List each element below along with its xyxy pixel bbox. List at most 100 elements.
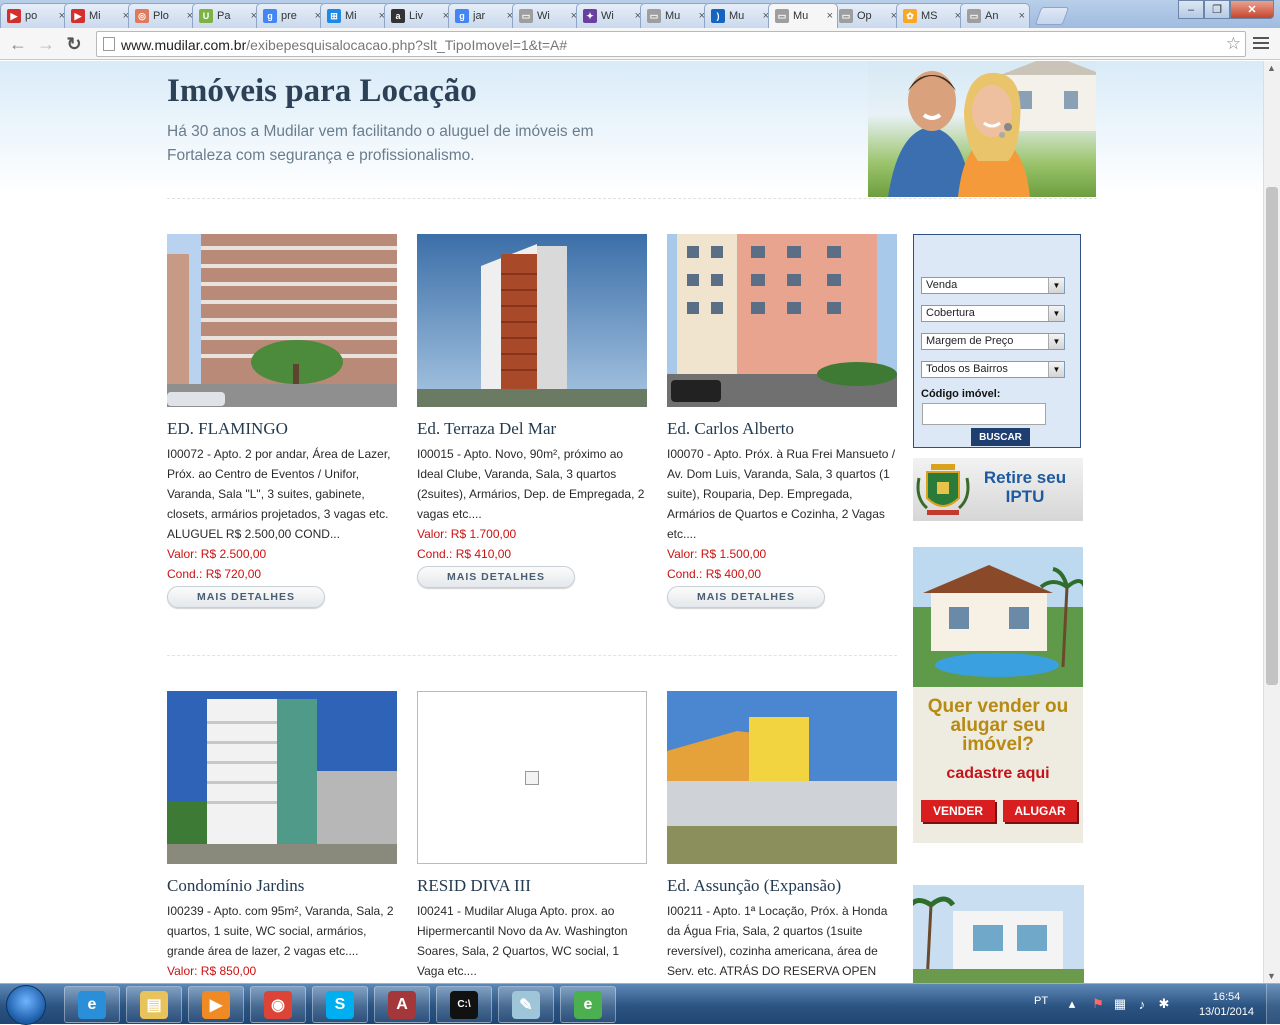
browser-tab[interactable]: ▭ An × [960,3,1030,28]
listing-title[interactable]: RESID DIVA III [417,876,649,899]
listing-card: RESID DIVA III I00241 - Mudilar Aluga Ap… [417,691,649,981]
notepad-taskbar-button[interactable]: ✎ [498,986,554,1023]
skype-taskbar-button[interactable]: S [312,986,368,1023]
browser-tab[interactable]: ⊞ Mi × [320,3,390,28]
listing-condo-fee: Cond.: R$ 410,00 [417,547,512,561]
browser-tab[interactable]: ▶ Mi × [64,3,134,28]
browser-tab[interactable]: g pre × [256,3,326,28]
restore-button[interactable]: ❐ [1204,0,1230,19]
search-button[interactable]: BUSCAR [971,428,1030,446]
property-type-select[interactable]: Cobertura ▼ [921,305,1065,322]
sell-button[interactable]: VENDER [921,800,995,822]
command-prompt-taskbar-button[interactable]: C:\ [436,986,492,1023]
volume-icon[interactable]: ♪ [1134,996,1150,1012]
chrome-taskbar-button[interactable]: ◉ [250,986,306,1023]
url-host: www.mudilar.com.br [121,37,247,53]
reload-button[interactable]: ↻ [62,32,86,56]
back-button[interactable]: ← [6,32,30,56]
page-scrollbar[interactable]: ▲ ▼ [1263,61,1280,983]
browser-tab[interactable]: ◎ Plo × [128,3,198,28]
browser-menu-icon[interactable] [1252,34,1270,52]
close-window-button[interactable]: ✕ [1230,0,1274,19]
language-indicator[interactable]: PT [1034,995,1048,1007]
listing-title[interactable]: ED. FLAMINGO [167,419,399,442]
sell-or-rent-ad-banner[interactable]: Quer vender ou alugar seu imóvel? cadast… [913,547,1083,843]
rent-button[interactable]: ALUGAR [1003,800,1077,822]
windows-taskbar: e ▤ ▶ ◉ S A C:\ ✎ e PT ▴ ⚑ ▦ ♪ ✱ 16:54 13/01/2014 [0,983,1280,1025]
price-range-select[interactable]: Margem de Preço ▼ [921,333,1065,350]
file-explorer-taskbar-button[interactable]: ▤ [126,986,182,1023]
scroll-down-icon[interactable]: ▼ [1267,971,1276,981]
tab-favicon-icon: ◎ [135,9,149,23]
internet-explorer-taskbar-button[interactable]: e [64,986,120,1023]
listing-photo[interactable] [167,234,397,407]
browser-tab[interactable]: ▭ Wi × [512,3,582,28]
browser-tab[interactable]: ▶ po × [0,3,70,28]
sync-icon[interactable]: ✱ [1156,996,1172,1012]
listing-photo[interactable] [667,691,897,864]
listing-description: I00241 - Mudilar Aluga Apto. prox. ao Hi… [417,904,628,978]
tab-favicon-icon: a [391,9,405,23]
browser-e-taskbar-button[interactable]: e [560,986,616,1023]
header-divider [167,198,1097,199]
listing-price: Valor: R$ 2.500,00 [167,547,267,561]
browser-tab[interactable]: ) Mu × [704,3,774,28]
tab-favicon-icon: g [263,9,277,23]
bookmark-star-icon[interactable]: ☆ [1226,34,1241,54]
browser-tab[interactable]: ▭ Mu × [768,3,838,28]
browser-tab[interactable]: g jar × [448,3,518,28]
scrollbar-thumb[interactable] [1266,187,1278,685]
tab-label: Mi [89,10,101,22]
banner-cta: cadastre aqui [946,765,1050,782]
tab-close-icon[interactable]: × [827,10,833,22]
page-viewport: Imóveis para Locação Há 30 anos a Mudila… [0,61,1263,983]
tray-expand-icon[interactable]: ▴ [1064,996,1080,1012]
listing-condo-fee: Cond.: R$ 720,00 [167,567,262,581]
property-code-input[interactable] [922,403,1046,425]
media-player-taskbar-button[interactable]: ▶ [188,986,244,1023]
tab-close-icon[interactable]: × [1019,10,1025,22]
listing-title[interactable]: Ed. Assunção (Expansão) [667,876,899,899]
tab-label: MS [921,10,938,22]
clock[interactable]: 16:54 13/01/2014 [1199,990,1254,1020]
security-alert-icon[interactable]: ⚑ [1090,996,1106,1012]
url-path: /exibepesquisalocacao.php?slt_TipoImovel… [246,37,568,53]
listing-title[interactable]: Ed. Carlos Alberto [667,419,899,442]
listing-photo[interactable] [667,234,897,407]
listing-title[interactable]: Ed. Terraza Del Mar [417,419,649,442]
more-details-button[interactable]: MAIS DETALHES [167,586,325,608]
forward-button[interactable]: → [34,32,58,56]
listing-photo-broken[interactable] [417,691,647,864]
address-bar[interactable]: www.mudilar.com.br/exibepesquisalocacao.… [96,31,1246,57]
browser-tab[interactable]: U Pa × [192,3,262,28]
tab-favicon-icon: ⊞ [327,9,341,23]
tab-label: An [985,10,999,22]
window-controls: – ❐ ✕ [1178,0,1274,19]
browser-tab[interactable]: a Liv × [384,3,454,28]
listing-title[interactable]: Condomínio Jardins [167,876,399,899]
listing-photo[interactable] [417,234,647,407]
show-desktop-button[interactable] [1266,984,1280,1025]
system-tray: PT ▴ ⚑ ▦ ♪ ✱ 16:54 13/01/2014 [1030,984,1280,1025]
iptu-banner[interactable]: Retire seu IPTU [913,458,1083,521]
business-type-select[interactable]: Venda ▼ [921,277,1065,294]
scroll-up-icon[interactable]: ▲ [1267,63,1276,73]
tab-label: Op [857,10,872,22]
new-tab-button[interactable] [1034,7,1070,25]
minimize-button[interactable]: – [1178,0,1204,19]
listing-description: I00015 - Apto. Novo, 90m², próximo ao Id… [417,447,645,521]
browser-tab[interactable]: ✿ MS × [896,3,966,28]
neighborhood-select[interactable]: Todos os Bairros ▼ [921,361,1065,378]
tab-label: Mu [665,10,681,22]
listing-photo[interactable] [167,691,397,864]
browser-tab[interactable]: ▭ Mu × [640,3,710,28]
browser-tab[interactable]: ✦ Wi × [576,3,646,28]
modern-house-ad-image[interactable] [913,885,1084,983]
network-icon[interactable]: ▦ [1112,996,1128,1012]
start-button[interactable] [6,985,46,1025]
more-details-button[interactable]: MAIS DETALHES [667,586,825,608]
browser-tab[interactable]: ▭ Op × [832,3,902,28]
tab-label: Plo [153,10,169,22]
more-details-button[interactable]: MAIS DETALHES [417,566,575,588]
access-taskbar-button[interactable]: A [374,986,430,1023]
